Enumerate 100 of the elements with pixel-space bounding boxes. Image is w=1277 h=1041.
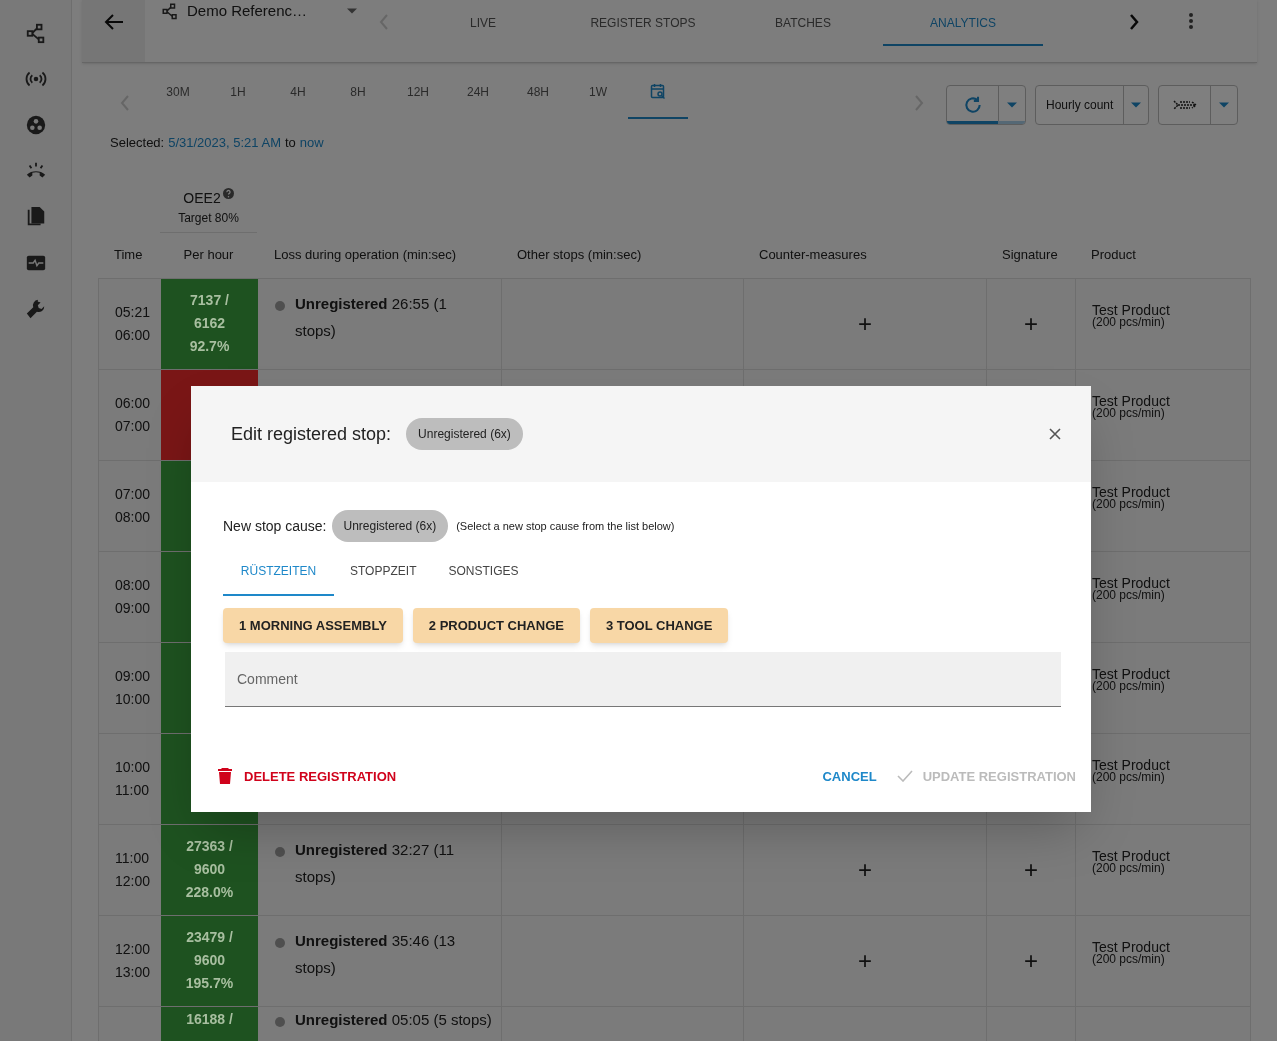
circles-icon[interactable] (24, 114, 47, 136)
product-name: Test Product (1092, 394, 1171, 407)
add-countermeasure-button[interactable]: + (858, 311, 872, 336)
add-signature-button[interactable]: + (1024, 948, 1038, 973)
column-header: Signature (1001, 246, 1059, 265)
more-options-icon[interactable] (1189, 13, 1193, 29)
product-rate: (200 pcs/min) (1092, 406, 1165, 419)
network-icon (161, 2, 179, 20)
time-start: 12:00 (115, 939, 152, 959)
view-select[interactable] (1158, 85, 1239, 125)
column-header: Counter-measures (758, 246, 868, 265)
time-end: 11:00 (115, 780, 150, 800)
time-range-tab[interactable]: 24H (448, 75, 508, 119)
dropdown-caret-icon (1131, 102, 1142, 108)
time-range-tab[interactable]: 1H (208, 75, 268, 119)
selected-label: Selected: (110, 134, 165, 152)
time-end: 06:00 (115, 325, 152, 345)
oee-header: OEE2 (183, 188, 221, 208)
time-start: 06:00 (115, 393, 152, 413)
stop-cause-chip: Unregistered (6x) (331, 510, 449, 542)
cause-category-tab[interactable]: STOPPZEIT (334, 548, 433, 596)
target-label: Target 80% (178, 209, 239, 227)
dropdown-caret-icon (1007, 102, 1017, 108)
time-range-tab[interactable]: 8H (328, 75, 388, 119)
check-icon (896, 770, 913, 783)
time-range-tab[interactable]: 12H (388, 75, 448, 119)
selected-end-link[interactable]: now (299, 133, 324, 153)
product-rate: (200 pcs/min) (1092, 952, 1165, 965)
column-header: Product (1090, 246, 1137, 265)
product-rate: (200 pcs/min) (1092, 315, 1165, 328)
stop-cause-button[interactable]: 2 PRODUCT CHANGE (412, 608, 580, 643)
help-icon[interactable] (222, 187, 234, 199)
conveyor-arrow-icon (1171, 99, 1198, 111)
per-hour-value: 195.7% (185, 973, 234, 993)
product-name: Test Product (1092, 758, 1171, 771)
cause-category-tab[interactable]: RÜSTZEITEN (223, 548, 334, 596)
product-name: Test Product (1092, 940, 1171, 953)
calendar-search-icon (650, 83, 666, 99)
time-range-tab[interactable]: 48H (508, 75, 568, 119)
product-rate: (200 pcs/min) (1092, 679, 1165, 692)
time-range-tab[interactable]: 30M (148, 75, 208, 119)
comment-field[interactable]: Comment (225, 652, 1061, 707)
column-header: Per hour (182, 246, 235, 265)
time-range-tab[interactable]: 4H (268, 75, 328, 119)
column-header: Loss during operation (min:sec) (273, 246, 458, 265)
product-rate: (200 pcs/min) (1092, 497, 1165, 510)
time-end: 08:00 (115, 507, 152, 527)
refresh-icon (962, 95, 983, 115)
loss-text: Unregistered 32:27 (11 stops) (295, 839, 455, 887)
time-start: 05:21 (115, 302, 152, 322)
time-end: 13:00 (115, 962, 152, 982)
network-icon[interactable] (24, 22, 47, 44)
nav-tab[interactable]: LIVE (403, 0, 563, 46)
dropdown-caret-icon (347, 8, 357, 14)
metric-select[interactable]: Hourly count (1035, 85, 1150, 125)
product-rate: (200 pcs/min) (1092, 588, 1165, 601)
add-countermeasure-button[interactable]: + (858, 948, 872, 973)
delete-registration-button[interactable]: DELETE REGISTRATION (218, 766, 397, 786)
time-end: 12:00 (115, 871, 152, 891)
loss-text: Unregistered 05:05 (5 stops) (295, 1009, 492, 1030)
stop-cause-button[interactable]: 3 TOOL CHANGE (589, 608, 729, 643)
product-name: Test Product (1092, 849, 1171, 862)
product-name: Test Product (1092, 667, 1171, 680)
per-hour-value: 228.0% (185, 882, 234, 902)
per-hour-value: 23479 / (186, 927, 233, 947)
time-end: 10:00 (115, 689, 152, 709)
per-hour-value: 9600 (193, 859, 226, 879)
nav-tab[interactable]: REGISTER STOPS (563, 0, 723, 46)
per-hour-value: 6162 (193, 313, 226, 333)
time-range-tab[interactable]: 1W (568, 75, 628, 119)
selected-start-link[interactable]: 5/31/2023, 5:21 AM (168, 133, 281, 153)
add-signature-button[interactable]: + (1024, 311, 1038, 336)
trash-icon (218, 768, 232, 785)
stop-cause-chip: Unregistered (6x) (406, 418, 523, 450)
line-selector[interactable]: Demo Referenc… (161, 0, 357, 22)
per-hour-value: 9600 (193, 950, 226, 970)
time-start: 08:00 (115, 575, 152, 595)
wrench-icon[interactable] (24, 298, 47, 320)
nav-tab[interactable]: ANALYTICS (883, 0, 1043, 46)
add-countermeasure-button[interactable]: + (858, 857, 872, 882)
close-icon[interactable] (1049, 428, 1061, 440)
hint-text: (Select a new stop cause from the list below) (456, 518, 675, 534)
time-start: 11:00 (115, 848, 150, 868)
stop-cause-button[interactable]: 1 MORNING ASSEMBLY (223, 608, 403, 643)
time-start: 10:00 (115, 757, 152, 777)
product-name: Test Product (1092, 576, 1171, 589)
time-end: 07:00 (115, 416, 152, 436)
nav-tab[interactable]: BATCHES (723, 0, 883, 46)
time-end: 09:00 (115, 598, 152, 618)
time-start: 09:00 (115, 666, 152, 686)
per-hour-value: 92.7% (189, 336, 230, 356)
cancel-button[interactable]: CANCEL (822, 766, 877, 786)
refresh-split-button[interactable] (946, 85, 1026, 125)
time-start: 07:00 (115, 484, 152, 504)
new-cause-label: New stop cause: (223, 516, 327, 536)
column-header: Time (113, 246, 144, 265)
add-signature-button[interactable]: + (1024, 857, 1038, 882)
cause-category-tab[interactable]: SONSTIGES (432, 548, 535, 596)
chevron-right-icon[interactable] (1129, 14, 1139, 30)
product-rate: (200 pcs/min) (1092, 770, 1165, 783)
